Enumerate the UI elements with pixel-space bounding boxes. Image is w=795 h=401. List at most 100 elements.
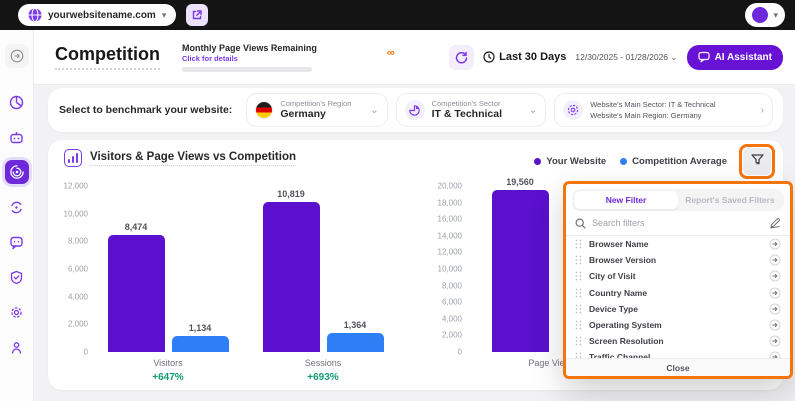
sidebar-item-automation[interactable] (5, 195, 29, 219)
website-main-sector: Website's Main Sector: IT & Technical (590, 99, 715, 110)
filter-item-label: Device Type (589, 304, 638, 314)
axis-tick-label: 20,000 (424, 182, 462, 191)
tab-saved-filters[interactable]: Report's Saved Filters (678, 191, 782, 209)
refresh-button[interactable] (449, 45, 474, 70)
filter-item-browser-version[interactable]: Browser Version (566, 252, 790, 268)
filter-item-device-type[interactable]: Device Type (566, 301, 790, 317)
location-person-icon (9, 340, 24, 355)
add-filter-icon[interactable] (769, 238, 781, 250)
sector-select-value: IT & Technical (432, 108, 502, 121)
chevron-down-icon: ⌄ (360, 105, 378, 116)
axis-tick-label: 18,000 (424, 198, 462, 207)
axis-tick-label: 8,000 (424, 281, 462, 290)
monthly-pageviews-label: Monthly Page Views Remaining (182, 43, 317, 53)
region-select-label: Competition's Region (280, 99, 351, 108)
ai-assistant-label: AI Assistant (715, 52, 772, 63)
last-30-days[interactable]: Last 30 Days (483, 51, 566, 63)
expand-arrow-icon (10, 49, 24, 63)
add-filter-icon[interactable] (769, 319, 781, 331)
click-for-details-link[interactable]: Click for details (182, 54, 317, 63)
filter-item-browser-name[interactable]: Browser Name (566, 236, 790, 252)
monthly-pageviews-progressbar (182, 67, 312, 72)
pie-chart-icon (9, 95, 24, 110)
sidebar-item-feedback[interactable] (5, 230, 29, 254)
date-range-value: 12/30/2025 - 01/28/2026 (575, 52, 668, 62)
axis-tick-label: 12,000 (50, 182, 88, 191)
filter-item-traffic-channel[interactable]: Traffic Channel (566, 349, 790, 358)
benchmark-label: Select to benchmark your website: (59, 104, 232, 116)
axis-tick-label: 4,000 (50, 292, 88, 301)
chevron-right-icon: › (751, 105, 764, 116)
bot-icon (9, 130, 24, 145)
page-header: Competition Monthly Page Views Remaining… (34, 30, 795, 85)
add-filter-icon[interactable] (769, 287, 781, 299)
drag-handle-icon (575, 320, 582, 330)
axis-tick-label: 16,000 (424, 215, 462, 224)
add-filter-icon[interactable] (769, 335, 781, 347)
pencil-slash-icon[interactable] (769, 217, 781, 229)
filter-button[interactable]: ⌃ (743, 148, 771, 175)
sector-select[interactable]: Competition's Sector IT & Technical ⌄ (396, 93, 547, 127)
bar-sessions-website-value: 10,819 (258, 189, 324, 199)
sidebar-item-security[interactable] (5, 265, 29, 289)
chart-title: Visitors & Page Views vs Competition (90, 151, 296, 166)
chevron-down-icon: ⌄ (519, 105, 537, 116)
region-select-value: Germany (280, 108, 351, 121)
website-selector[interactable]: yourwebsitename.com ▾ (18, 4, 176, 26)
bar-visitors-competition[interactable] (172, 336, 229, 352)
sidebar-item-competition[interactable] (5, 160, 29, 184)
bar-chart-icon (64, 149, 82, 167)
filter-item-operating-system[interactable]: Operating System (566, 317, 790, 333)
bar-visitors-competition-value: 1,134 (167, 323, 233, 333)
axis-tick-label: 6,000 (424, 298, 462, 307)
legend-item-1[interactable]: Competition Average (620, 156, 727, 167)
open-website-button[interactable] (186, 4, 208, 26)
filter-search-input[interactable] (592, 218, 763, 228)
bar-page-views-website[interactable] (492, 190, 549, 352)
axis-tick-label: 0 (50, 348, 88, 357)
monthly-pageviews-widget[interactable]: Monthly Page Views Remaining Click for d… (182, 43, 395, 72)
add-filter-icon[interactable] (769, 303, 781, 315)
website-main-region: Website's Main Region: Germany (590, 110, 715, 121)
add-filter-icon[interactable] (769, 254, 781, 266)
add-filter-icon[interactable] (769, 351, 781, 358)
bar-sessions-website[interactable] (263, 202, 320, 352)
sidebar-collapse-button[interactable] (5, 44, 29, 68)
drag-handle-icon (575, 336, 582, 346)
date-range-picker[interactable]: 12/30/2025 - 01/28/2026 ⌄ (575, 52, 677, 62)
clock-icon (483, 51, 495, 63)
filter-item-screen-resolution[interactable]: Screen Resolution (566, 333, 790, 349)
axis-tick-label: 6,000 (50, 265, 88, 274)
sidebar-item-assistant[interactable] (5, 125, 29, 149)
sidebar-item-settings[interactable] (5, 300, 29, 324)
website-main-info[interactable]: Website's Main Sector: IT & Technical We… (554, 93, 773, 127)
drag-handle-icon (575, 255, 582, 265)
bar-visitors-website[interactable] (108, 235, 165, 352)
radar-icon (10, 165, 24, 179)
bar-sessions-competition[interactable] (327, 333, 384, 352)
filter-tabs: New Filter Report's Saved Filters (572, 189, 784, 211)
drag-handle-icon (575, 271, 582, 281)
filter-item-city-of-visit[interactable]: City of Visit (566, 268, 790, 284)
legend-item-0[interactable]: Your Website (534, 156, 606, 167)
shield-check-icon (9, 270, 24, 285)
filter-item-label: Browser Version (589, 255, 656, 265)
sidebar-item-visitors[interactable] (5, 335, 29, 359)
add-filter-icon[interactable] (769, 270, 781, 282)
filter-annotation-box: ⌃ (739, 144, 775, 179)
legend-dot (534, 158, 541, 165)
filter-item-label: Screen Resolution (589, 336, 664, 346)
axis-tick-label: 14,000 (424, 231, 462, 240)
filter-item-label: Browser Name (589, 239, 649, 249)
account-menu[interactable]: ▾ (745, 3, 785, 27)
region-select[interactable]: Competition's Region Germany ⌄ (246, 93, 387, 127)
axis-tick-label: 10,000 (50, 209, 88, 218)
ai-assistant-button[interactable]: AI Assistant (687, 45, 783, 70)
chevron-down-icon: ▾ (162, 11, 167, 20)
filter-item-country-name[interactable]: Country Name (566, 285, 790, 301)
tab-new-filter[interactable]: New Filter (574, 191, 678, 209)
drag-handle-icon (575, 239, 582, 249)
sidebar-item-dashboard[interactable] (5, 90, 29, 114)
close-button[interactable]: Close (566, 358, 790, 376)
change-percentage: +693% (263, 372, 383, 383)
